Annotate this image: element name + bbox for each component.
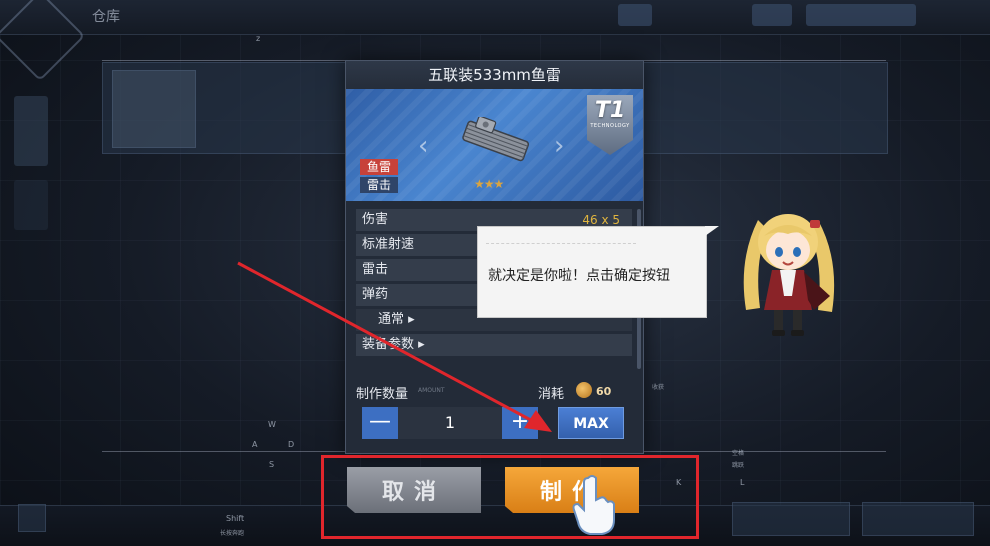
cost-value: 60: [596, 385, 612, 398]
stat-row-expandable[interactable]: 装备参数 ▸: [356, 334, 632, 356]
key-w-label: W: [268, 420, 276, 429]
top-button-3[interactable]: [806, 4, 916, 26]
key-s-label: S: [269, 460, 275, 469]
bubble-decoration: [486, 243, 636, 250]
rarity-stars: ★★★: [474, 177, 504, 191]
stat-label: 标准射速: [362, 237, 415, 252]
space-sub-label: 跳跃: [732, 462, 745, 469]
cost-label: 消耗: [538, 387, 565, 402]
guide-character-illustration: [743, 214, 835, 336]
key-a-label: A: [252, 440, 258, 449]
tier-sub-label: TECHNOLOGY: [590, 123, 630, 129]
top-button-1[interactable]: [618, 4, 652, 26]
quantity-value[interactable]: 1: [398, 407, 502, 439]
axis-z-label: z: [256, 34, 261, 43]
stat-label: 装备参数 ▸: [362, 337, 425, 352]
coin-icon: [576, 382, 592, 398]
top-title: 仓库: [92, 9, 120, 25]
bg-right-card: [640, 62, 888, 154]
item-preview: ‹ › T1 TECHNOLOGY 鱼雷 雷击 ★★★: [346, 89, 643, 201]
decrease-quantity-button[interactable]: —: [362, 407, 398, 439]
quantity-label: 制作数量: [356, 387, 409, 402]
cancel-label: 取消: [381, 479, 446, 505]
shift-label: Shift: [226, 514, 245, 523]
max-quantity-button[interactable]: MAX: [558, 407, 624, 439]
side-tab-2[interactable]: [14, 180, 48, 230]
amount-tag: AMOUNT: [418, 387, 445, 394]
stat-label: 通常 ▸: [378, 312, 415, 327]
bubble-tail: [705, 226, 719, 236]
key-l-label: L: [740, 478, 745, 487]
space-label: 空格: [732, 450, 745, 457]
top-button-2[interactable]: [752, 4, 792, 26]
key-d-label: D: [288, 440, 295, 449]
bg-item-thumbnail: [112, 70, 196, 148]
stat-label: 伤害: [362, 212, 389, 227]
side-tab-1[interactable]: [14, 96, 48, 166]
tag-type: 鱼雷: [360, 159, 398, 175]
tag-stat: 雷击: [360, 177, 398, 193]
movement-compass: W A D S: [240, 416, 306, 472]
torpedo-launcher-icon: [462, 117, 530, 162]
item-title: 五联装533mm鱼雷: [346, 61, 643, 89]
prev-arrow-icon[interactable]: ‹: [418, 131, 428, 161]
increase-quantity-button[interactable]: +: [502, 407, 538, 439]
tier-badge: T1 TECHNOLOGY: [587, 95, 633, 155]
tap-hand-icon: [572, 475, 615, 535]
bottom-right-button-1[interactable]: [732, 502, 850, 536]
mouse-label: 收获: [652, 384, 665, 391]
shift-sub-label: 长按奔跑: [220, 530, 245, 537]
help-icon[interactable]: [18, 504, 46, 532]
next-arrow-icon[interactable]: ›: [554, 131, 564, 161]
bottom-right-button-2[interactable]: [862, 502, 974, 536]
stat-label: 弹药: [362, 287, 389, 302]
tutorial-speech-bubble: 就决定是你啦！点击确定按钮: [477, 226, 707, 318]
cancel-button[interactable]: 取消: [347, 467, 481, 513]
tutorial-text: 就决定是你啦！点击确定按钮: [488, 268, 670, 284]
tier-label: T1: [594, 98, 626, 123]
stat-label: 雷击: [362, 262, 389, 277]
